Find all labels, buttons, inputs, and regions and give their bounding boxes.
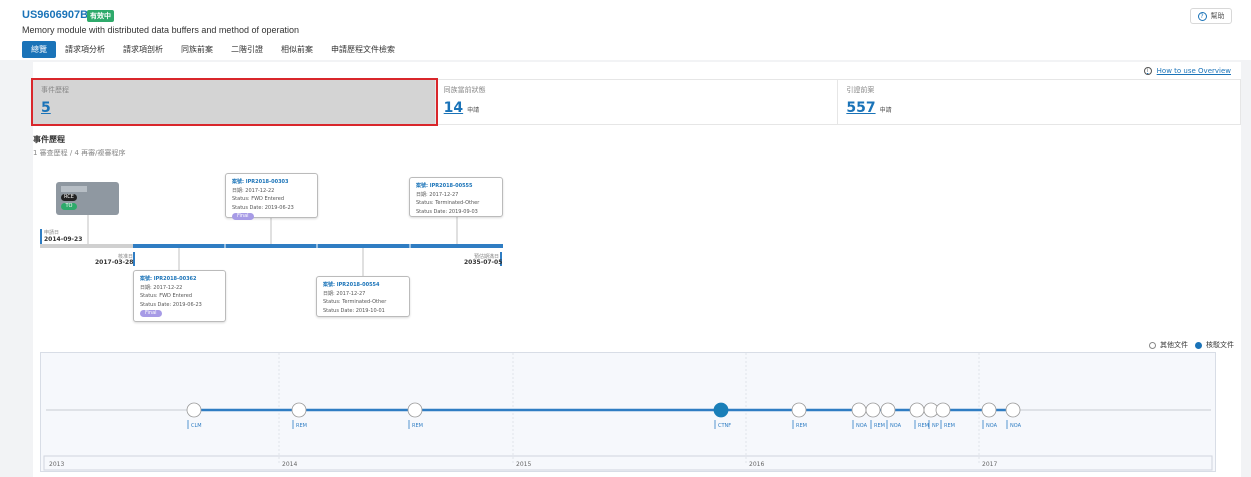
doc-filter: 其他文件 核駁文件: [1149, 340, 1234, 350]
tab-overview[interactable]: 總覽: [22, 41, 56, 58]
tab-file-history[interactable]: 申請歷程文件檢索: [322, 41, 404, 58]
year-label: 2016: [749, 461, 764, 468]
stat-unit: 申請: [879, 107, 892, 114]
how-to-label: How to use Overview: [1156, 67, 1231, 75]
year-label: 2015: [516, 461, 531, 468]
tab-citations[interactable]: 二階引證: [222, 41, 272, 58]
marker-label: CLM: [191, 423, 202, 429]
marker-label: NOA: [890, 423, 902, 429]
marker-label: NOA: [1010, 423, 1022, 429]
final-tag: Final: [140, 310, 162, 317]
year-label: 2014: [282, 461, 297, 468]
stat-value[interactable]: 557: [846, 100, 875, 116]
header-bar: US9606907B2 有效中 Memory module with distr…: [0, 0, 1251, 60]
doc-marker: [791, 402, 807, 418]
event-case-no: 案號: IPR2018-00554: [323, 282, 380, 288]
start-label: 申請日: [44, 230, 60, 236]
doc-marker: [865, 402, 881, 418]
event-filed: 日期: 2017-12-22: [232, 187, 275, 194]
event-filed: 日期: 2017-12-27: [416, 191, 459, 198]
year-label: 2017: [982, 461, 997, 468]
doc-marker: [291, 402, 307, 418]
radio-other-docs[interactable]: [1149, 341, 1156, 349]
year-axis: [43, 455, 1213, 471]
timeline-active-bar: [133, 244, 503, 248]
radio-rejection-docs[interactable]: [1195, 341, 1202, 349]
document-timeline-svg: 2013 2014 2015 2016 2017 CLM REM REM CTNF REM NOA R…: [43, 353, 1213, 471]
event-status-date: Status Date: 2019-06-23: [232, 204, 294, 211]
event-status-date: Status Date: 2019-09-03: [416, 208, 478, 215]
marker-label: NOA: [986, 423, 998, 429]
help-button[interactable]: ? 幫助: [1190, 8, 1232, 24]
expiry-date: 2035-07-05: [464, 259, 503, 266]
start-marker: [40, 229, 42, 244]
marker-label: REM: [412, 423, 423, 429]
patent-title: Memory module with distributed data buff…: [22, 25, 299, 35]
event-status-date: Status Date: 2019-10-01: [323, 307, 385, 314]
help-label: 幫助: [1210, 12, 1225, 20]
review-card[interactable]: RCE TO: [56, 182, 119, 215]
doc-marker: [880, 402, 896, 418]
marker-label: REM: [874, 423, 885, 429]
event-card[interactable]: 案號: IPR2018-00362 日期: 2017-12-22 Status:…: [133, 270, 226, 322]
event-status: Status: Terminated-Other: [416, 200, 480, 206]
timeline-pre-grant-bar: [40, 244, 133, 248]
event-case-no: 案號: IPR2018-00303: [232, 179, 289, 185]
event-status: Status: FWD Entered: [140, 293, 193, 299]
marker-label: REM: [944, 423, 955, 429]
tab-bar: 總覽 請求項分析 請求項剖析 同族前案 二階引證 相似前案 申請歷程文件檢索: [22, 41, 404, 58]
event-card[interactable]: 案號: IPR2018-00554 日期: 2017-12-27 Status:…: [316, 276, 410, 317]
document-timeline: 2013 2014 2015 2016 2017 CLM REM REM CTNF REM NOA R…: [40, 352, 1216, 472]
final-tag: Final: [232, 213, 254, 220]
tab-family[interactable]: 同族前案: [172, 41, 222, 58]
tab-claim-parsing[interactable]: 請求項剖析: [114, 41, 172, 58]
event-card[interactable]: 案號: IPR2018-00303 日期: 2017-12-22 Status:…: [225, 173, 318, 220]
doc-marker: [407, 402, 423, 418]
rce-pill: RCE: [61, 194, 77, 201]
marker-label: NOA: [856, 423, 868, 429]
event-case-no: 案號: IPR2018-00555: [416, 183, 473, 189]
info-icon: i: [1143, 67, 1152, 75]
help-icon: ?: [1197, 11, 1207, 21]
marker-label: REM: [918, 423, 929, 429]
event-case-no: 案號: IPR2018-00362: [140, 276, 197, 282]
overview-panel: i How to use Overview 事件歷程 5 同族當前狀態 14 申請…: [31, 62, 1242, 477]
doc-marker: [186, 402, 202, 418]
event-status: Status: Terminated-Other: [323, 299, 387, 305]
doc-marker: [909, 402, 925, 418]
doc-marker: [713, 402, 729, 418]
marker-label: REM: [796, 423, 807, 429]
event-filed: 日期: 2017-12-22: [140, 284, 183, 291]
event-status: Status: FWD Entered: [232, 196, 285, 202]
doc-marker: [1005, 402, 1021, 418]
radio-other-docs-label: 其他文件: [1160, 341, 1188, 349]
tab-similar[interactable]: 相似前案: [272, 41, 322, 58]
how-to-link[interactable]: i How to use Overview: [1143, 67, 1231, 75]
marker-label: NP: [932, 423, 939, 429]
radio-rejection-docs-label: 核駁文件: [1206, 341, 1234, 349]
status-badge: 有效中: [87, 10, 114, 22]
event-status-date: Status Date: 2019-06-23: [140, 301, 202, 308]
marker-label: REM: [296, 423, 307, 429]
doc-marker: [981, 402, 997, 418]
doc-marker: [851, 402, 867, 418]
event-card[interactable]: 案號: IPR2018-00555 日期: 2017-12-27 Status:…: [409, 177, 503, 217]
doc-marker: [935, 402, 951, 418]
to-pill: TO: [61, 203, 77, 210]
year-label: 2013: [49, 461, 64, 468]
review-card-line: [61, 186, 87, 192]
start-date: 2014-09-23: [44, 236, 83, 243]
marker-label: CTNF: [718, 423, 731, 429]
patent-number: US9606907B2: [22, 9, 95, 21]
stat-citations[interactable]: 引證前案 557 申請: [838, 80, 1242, 124]
stat-label: 引證前案: [846, 86, 875, 94]
tab-claim-analysis[interactable]: 請求項分析: [56, 41, 114, 58]
grant-date: 2017-03-28: [95, 259, 134, 266]
event-filed: 日期: 2017-12-27: [323, 290, 366, 297]
